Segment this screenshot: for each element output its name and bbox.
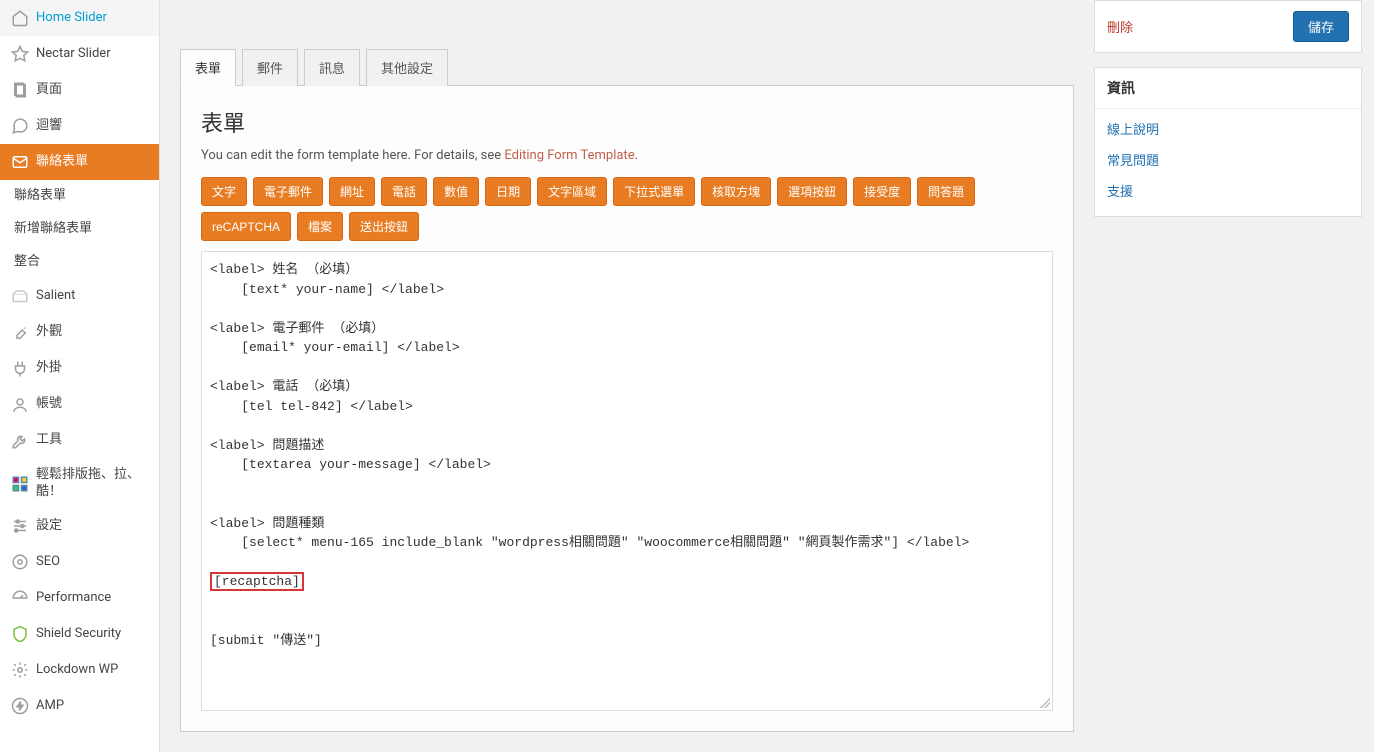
tab-form[interactable]: 表單: [180, 49, 236, 86]
page-icon: [10, 80, 30, 100]
sidebar-sub-add-new[interactable]: 新增聯絡表單: [0, 213, 159, 246]
sidebar-item-label: 聯絡表單: [14, 188, 66, 205]
tag-button-0[interactable]: 文字: [201, 177, 247, 206]
form-panel: 表單 You can edit the form template here. …: [180, 85, 1074, 732]
sidebar-item-home-slider[interactable]: Home Slider: [0, 0, 159, 36]
tag-button-1[interactable]: 電子郵件: [253, 177, 323, 206]
sidebar-item-label: 工具: [36, 432, 62, 449]
recaptcha-highlight: [recaptcha]: [210, 572, 304, 591]
sidebar-item-users[interactable]: 帳號: [0, 387, 159, 423]
info-link-0[interactable]: 線上說明: [1095, 113, 1361, 144]
sidebar-item-label: 設定: [36, 518, 62, 535]
info-link-2[interactable]: 支援: [1095, 175, 1361, 206]
tag-button-8[interactable]: 核取方塊: [701, 177, 771, 206]
sidebar-item-label: 帳號: [36, 396, 62, 413]
sidebar-item-label: 整合: [14, 254, 40, 271]
sidebar-item-label: Performance: [36, 590, 111, 607]
tag-button-10[interactable]: 接受度: [853, 177, 911, 206]
sidebar-sub-integration[interactable]: 整合: [0, 246, 159, 279]
form-template-textarea[interactable]: <label> 姓名 （必填） [text* your-name] </labe…: [201, 251, 1053, 711]
amp-icon: [10, 696, 30, 716]
home-icon: [10, 8, 30, 28]
tag-button-6[interactable]: 文字區域: [537, 177, 607, 206]
info-box: 資訊 線上說明常見問題支援: [1094, 67, 1362, 217]
tag-button-11[interactable]: 問答題: [917, 177, 975, 206]
brush-icon: [10, 323, 30, 343]
delete-link[interactable]: 刪除: [1107, 17, 1133, 36]
sidebar-item-label: Home Slider: [36, 10, 107, 27]
sidebar-item-label: Nectar Slider: [36, 46, 111, 63]
star-icon: [10, 44, 30, 64]
sidebar-item-label: 新增聯絡表單: [14, 221, 92, 238]
sidebar-submenu: 聯絡表單 新增聯絡表單 整合: [0, 180, 159, 279]
tag-button-5[interactable]: 日期: [485, 177, 531, 206]
sidebar-item-lockdown[interactable]: Lockdown WP: [0, 652, 159, 688]
wrench-icon: [10, 431, 30, 451]
sidebar-item-label: 迴響: [36, 118, 62, 135]
gauge-icon: [10, 588, 30, 608]
tag-button-3[interactable]: 電話: [381, 177, 427, 206]
sidebar-item-label: 外掛: [36, 360, 62, 377]
tag-button-7[interactable]: 下拉式選單: [613, 177, 695, 206]
shield-icon: [10, 624, 30, 644]
actions-box: 刪除 儲存: [1094, 0, 1362, 53]
sidebar-sub-contact-forms[interactable]: 聯絡表單: [0, 180, 159, 213]
info-box-title: 資訊: [1095, 68, 1361, 109]
tag-button-13[interactable]: 檔案: [297, 212, 343, 241]
sidebar-item-tools[interactable]: 工具: [0, 423, 159, 459]
main-content: 表單 郵件 訊息 其他設定 表單 You can edit the form t…: [160, 0, 1094, 752]
sidebar-item-label: AMP: [36, 698, 64, 715]
tag-button-9[interactable]: 選項按鈕: [777, 177, 847, 206]
sidebar-item-label: Shield Security: [36, 626, 121, 643]
sidebar-item-performance[interactable]: Performance: [0, 580, 159, 616]
editing-template-link[interactable]: Editing Form Template: [504, 148, 634, 163]
save-button[interactable]: 儲存: [1293, 11, 1349, 42]
tab-mail[interactable]: 郵件: [242, 49, 298, 86]
tag-button-4[interactable]: 數值: [433, 177, 479, 206]
tab-additional[interactable]: 其他設定: [366, 49, 448, 86]
tag-button-row: 文字電子郵件網址電話數值日期文字區域下拉式選單核取方塊選項按鈕接受度問答題 reC…: [201, 177, 1053, 241]
sidebar-item-salient[interactable]: Salient: [0, 279, 159, 315]
sidebar-item-amp[interactable]: AMP: [0, 688, 159, 724]
sidebar-item-pages[interactable]: 頁面: [0, 72, 159, 108]
sidebar-item-contact-form[interactable]: 聯絡表單: [0, 144, 159, 180]
tag-button-14[interactable]: 送出按鈕: [349, 212, 419, 241]
sidebar-item-label: Lockdown WP: [36, 662, 118, 679]
info-link-1[interactable]: 常見問題: [1095, 144, 1361, 175]
user-icon: [10, 395, 30, 415]
sidebar-item-label: Salient: [36, 288, 75, 305]
sidebar-item-appearance[interactable]: 外觀: [0, 315, 159, 351]
right-column: 刪除 儲存 資訊 線上說明常見問題支援: [1094, 0, 1374, 752]
layout-icon: [10, 474, 30, 494]
sidebar-item-seo[interactable]: SEO: [0, 544, 159, 580]
tag-button-12[interactable]: reCAPTCHA: [201, 212, 291, 241]
admin-sidebar: Home Slider Nectar Slider 頁面 迴響 聯絡表單 聯絡表…: [0, 0, 160, 752]
sidebar-item-shield[interactable]: Shield Security: [0, 616, 159, 652]
sidebar-item-label: 輕鬆排版拖、拉、酷！: [36, 467, 151, 501]
sidebar-item-comments[interactable]: 迴響: [0, 108, 159, 144]
sidebar-item-easylayout[interactable]: 輕鬆排版拖、拉、酷！: [0, 459, 159, 509]
seo-icon: [10, 552, 30, 572]
tag-button-2[interactable]: 網址: [329, 177, 375, 206]
form-tabs: 表單 郵件 訊息 其他設定: [180, 49, 1074, 86]
sidebar-item-settings[interactable]: 設定: [0, 508, 159, 544]
plug-icon: [10, 359, 30, 379]
comment-icon: [10, 116, 30, 136]
panel-title: 表單: [201, 106, 1053, 138]
sidebar-item-label: 外觀: [36, 324, 62, 341]
gear-icon: [10, 660, 30, 680]
sliders-icon: [10, 516, 30, 536]
sidebar-item-label: SEO: [36, 554, 60, 571]
tab-messages[interactable]: 訊息: [304, 49, 360, 86]
sidebar-item-nectar-slider[interactable]: Nectar Slider: [0, 36, 159, 72]
panel-description: You can edit the form template here. For…: [201, 148, 1053, 163]
salient-icon: [10, 287, 30, 307]
sidebar-item-label: 頁面: [36, 82, 62, 99]
sidebar-item-label: 聯絡表單: [36, 154, 88, 171]
mail-icon: [10, 152, 30, 172]
sidebar-item-plugins[interactable]: 外掛: [0, 351, 159, 387]
